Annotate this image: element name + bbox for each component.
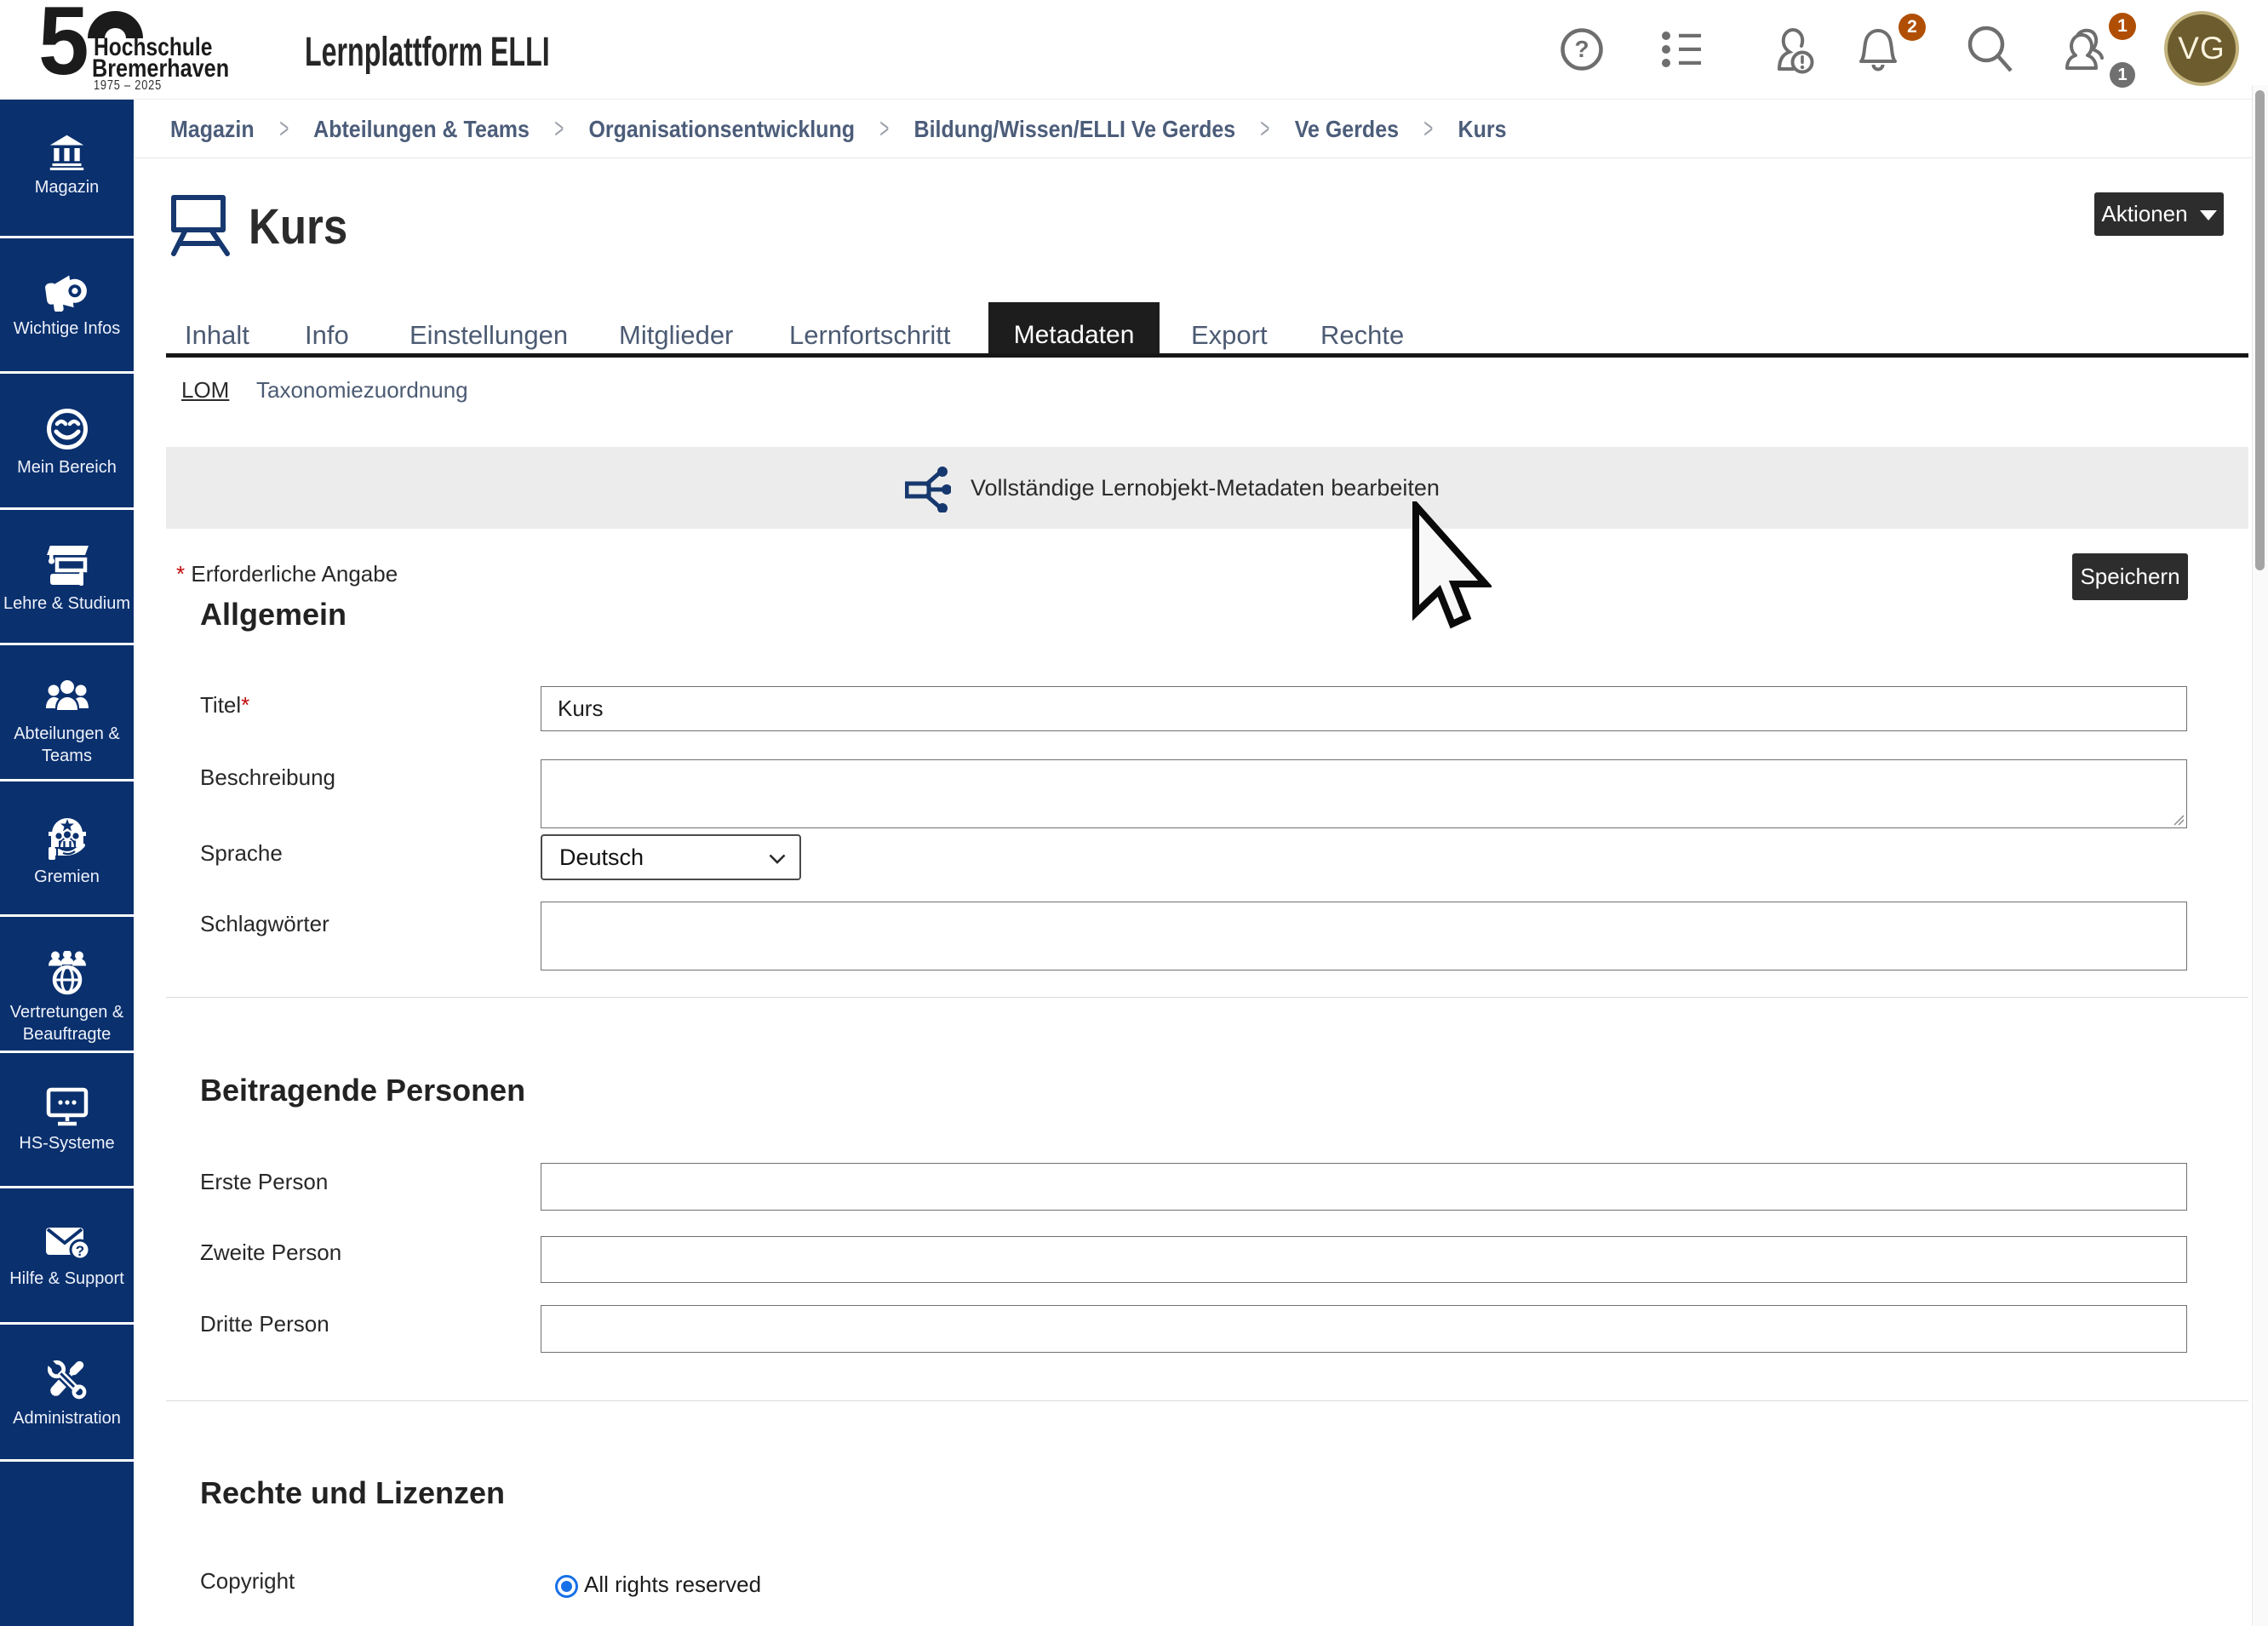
svg-text:?: ? — [75, 1243, 83, 1259]
svg-text:?: ? — [1574, 36, 1589, 62]
